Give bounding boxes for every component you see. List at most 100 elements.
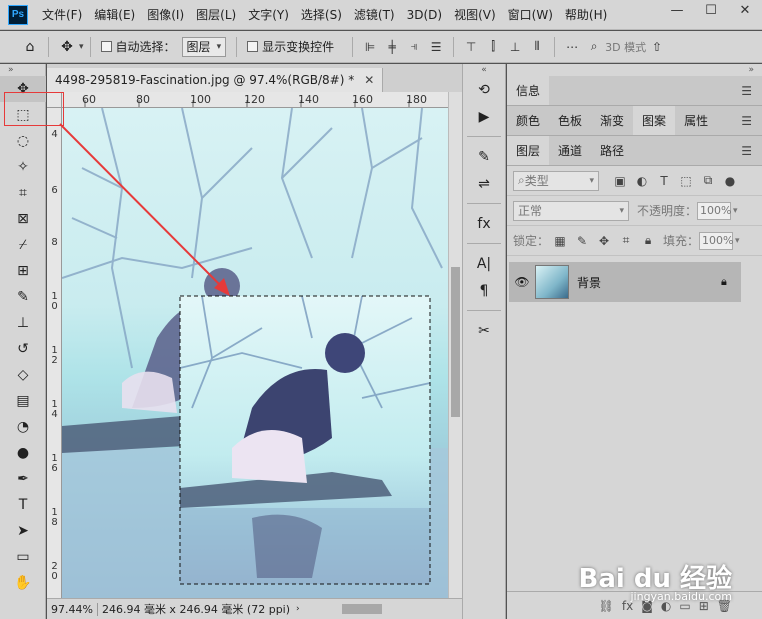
tab-properties[interactable]: 属性	[675, 106, 717, 135]
chevron-down-icon[interactable]: ▾	[735, 236, 740, 246]
menu-file[interactable]: 文件(F)	[36, 6, 88, 23]
align-top-icon[interactable]: ⊤	[460, 36, 482, 58]
align-middle-v-icon[interactable]: ⫿	[482, 36, 504, 58]
ruler-horizontal[interactable]: 60 80 100 120 140 160 180	[62, 92, 448, 108]
brush-settings-icon[interactable]: ✎	[463, 143, 505, 170]
pen-tool-icon[interactable]: ✒	[0, 466, 46, 492]
horizontal-scroll-thumb[interactable]	[342, 604, 382, 614]
menu-help[interactable]: 帮助(H)	[559, 6, 613, 23]
panel-menu-icon[interactable]: ☰	[741, 144, 752, 158]
tab-layers[interactable]: 图层	[507, 136, 550, 165]
filter-shape-icon[interactable]: ⬚	[675, 174, 697, 188]
home-icon[interactable]: ⌂	[18, 35, 42, 59]
tab-info[interactable]: 信息	[507, 76, 550, 105]
dodge-tool-icon[interactable]: ●	[0, 440, 46, 466]
menu-window[interactable]: 窗口(W)	[502, 6, 559, 23]
filter-smart-object-icon[interactable]: ⧉	[697, 173, 719, 188]
more-options-icon[interactable]: ⋯	[561, 36, 583, 58]
rectangle-tool-icon[interactable]: ▭	[0, 544, 46, 570]
lock-artboard-icon[interactable]: ⌗	[615, 233, 637, 248]
panel-grip-icon[interactable]: »	[0, 64, 45, 76]
tab-color[interactable]: 颜色	[507, 106, 549, 135]
filter-pixel-icon[interactable]: ▣	[609, 174, 631, 188]
filter-type-icon[interactable]: T	[653, 174, 675, 188]
opacity-input[interactable]: 100%	[697, 201, 731, 220]
tool-presets-icon[interactable]: ✂	[463, 317, 505, 344]
vertical-scroll-thumb[interactable]	[451, 267, 460, 417]
history-brush-tool-icon[interactable]: ↺	[0, 336, 46, 362]
lasso-tool-icon[interactable]: ◌	[0, 128, 46, 154]
panel-grip-icon[interactable]: »	[507, 64, 762, 76]
lock-image-icon[interactable]: ✎	[571, 234, 593, 248]
link-layers-icon[interactable]: ⛓	[599, 599, 614, 613]
blur-tool-icon[interactable]: ◔	[0, 414, 46, 440]
tab-patterns[interactable]: 图案	[633, 106, 676, 135]
minimize-button[interactable]: —	[660, 0, 694, 20]
panel-menu-icon[interactable]: ☰	[741, 84, 752, 98]
gradient-tool-icon[interactable]: ▤	[0, 388, 46, 414]
styles-fx-icon[interactable]: fx	[463, 210, 505, 237]
clone-stamp-tool-icon[interactable]: ⊥	[0, 310, 46, 336]
document-tab[interactable]: 4498-295819-Fascination.jpg @ 97.4%(RGB/…	[47, 68, 384, 92]
frame-tool-icon[interactable]: ⊠	[0, 206, 46, 232]
chevron-down-icon[interactable]: ▾	[79, 42, 84, 52]
zoom-level[interactable]: 97.44%	[47, 602, 98, 616]
eraser-tool-icon[interactable]: ◇	[0, 362, 46, 388]
blend-mode-select[interactable]: 正常 ▾	[513, 200, 629, 221]
menu-view[interactable]: 视图(V)	[448, 6, 502, 23]
character-panel-icon[interactable]: A|	[463, 250, 505, 277]
menu-layer[interactable]: 图层(L)	[190, 6, 242, 23]
hand-tool-icon[interactable]: ✋	[0, 570, 46, 596]
ruler-vertical[interactable]: 4 6 8 1 0 1 2 1 4 1 6 1 8 2 0	[47, 108, 62, 598]
visibility-eye-icon[interactable]: 👁︎	[509, 275, 535, 289]
tab-channels[interactable]: 通道	[549, 136, 591, 165]
auto-select-dropdown[interactable]: 图层 ▾	[181, 36, 227, 57]
filter-toggle-icon[interactable]: ●	[719, 174, 741, 188]
chevron-down-icon[interactable]: ▾	[733, 206, 738, 216]
panel-menu-icon[interactable]: ☰	[741, 114, 752, 128]
brushes-icon[interactable]: ⇌	[463, 170, 505, 197]
close-button[interactable]: ✕	[728, 0, 762, 20]
menu-3d[interactable]: 3D(D)	[401, 8, 448, 22]
lock-all-icon[interactable]: 🔒︎	[637, 233, 659, 248]
crop-tool-icon[interactable]: ⌗	[0, 180, 46, 206]
panel-grip-icon[interactable]: «	[463, 64, 505, 76]
eyedropper-tool-icon[interactable]: ⌿	[0, 232, 46, 258]
distribute-v-icon[interactable]: ⦀	[526, 36, 548, 58]
menu-image[interactable]: 图像(I)	[141, 6, 190, 23]
share-icon[interactable]: ⇧	[646, 36, 668, 58]
distribute-h-icon[interactable]: ☰	[425, 36, 447, 58]
align-right-icon[interactable]: ⫣	[403, 36, 425, 58]
document-canvas[interactable]	[62, 108, 448, 598]
vertical-scrollbar[interactable]	[448, 92, 462, 598]
tab-gradients[interactable]: 渐变	[591, 106, 633, 135]
align-left-icon[interactable]: ⊫	[359, 36, 381, 58]
chevron-right-icon[interactable]: ›	[296, 604, 300, 614]
tab-swatches[interactable]: 色板	[549, 106, 591, 135]
layer-filter-kind[interactable]: ⌕ 类型 ▾	[513, 170, 599, 191]
healing-brush-tool-icon[interactable]: ⊞	[0, 258, 46, 284]
layer-row-background[interactable]: 👁︎ 背景 🔒︎	[509, 262, 741, 302]
paragraph-panel-icon[interactable]: ¶	[463, 277, 505, 304]
maximize-button[interactable]: ☐	[694, 0, 728, 20]
magic-wand-tool-icon[interactable]: ✧	[0, 154, 46, 180]
move-tool-preset-icon[interactable]: ✥	[55, 35, 79, 59]
history-panel-icon[interactable]: ⟲	[463, 76, 505, 103]
menu-filter[interactable]: 滤镜(T)	[348, 6, 401, 23]
align-center-h-icon[interactable]: ╪	[381, 36, 403, 58]
menu-select[interactable]: 选择(S)	[295, 6, 348, 23]
filter-adjustment-icon[interactable]: ◐	[631, 174, 653, 188]
search-icon[interactable]: ⌕	[583, 36, 605, 58]
lock-position-icon[interactable]: ✥	[593, 234, 615, 248]
tab-paths[interactable]: 路径	[591, 136, 633, 165]
align-bottom-icon[interactable]: ⊥	[504, 36, 526, 58]
show-transform-checkbox[interactable]	[247, 41, 259, 52]
actions-play-icon[interactable]: ▶	[463, 103, 505, 130]
menu-edit[interactable]: 编辑(E)	[88, 6, 141, 23]
close-tab-icon[interactable]: ✕	[364, 73, 374, 87]
fill-input[interactable]: 100%	[699, 231, 733, 250]
type-tool-icon[interactable]: T	[0, 492, 46, 518]
auto-select-checkbox[interactable]	[100, 41, 112, 52]
menu-type[interactable]: 文字(Y)	[242, 6, 295, 23]
brush-tool-icon[interactable]: ✎	[0, 284, 46, 310]
